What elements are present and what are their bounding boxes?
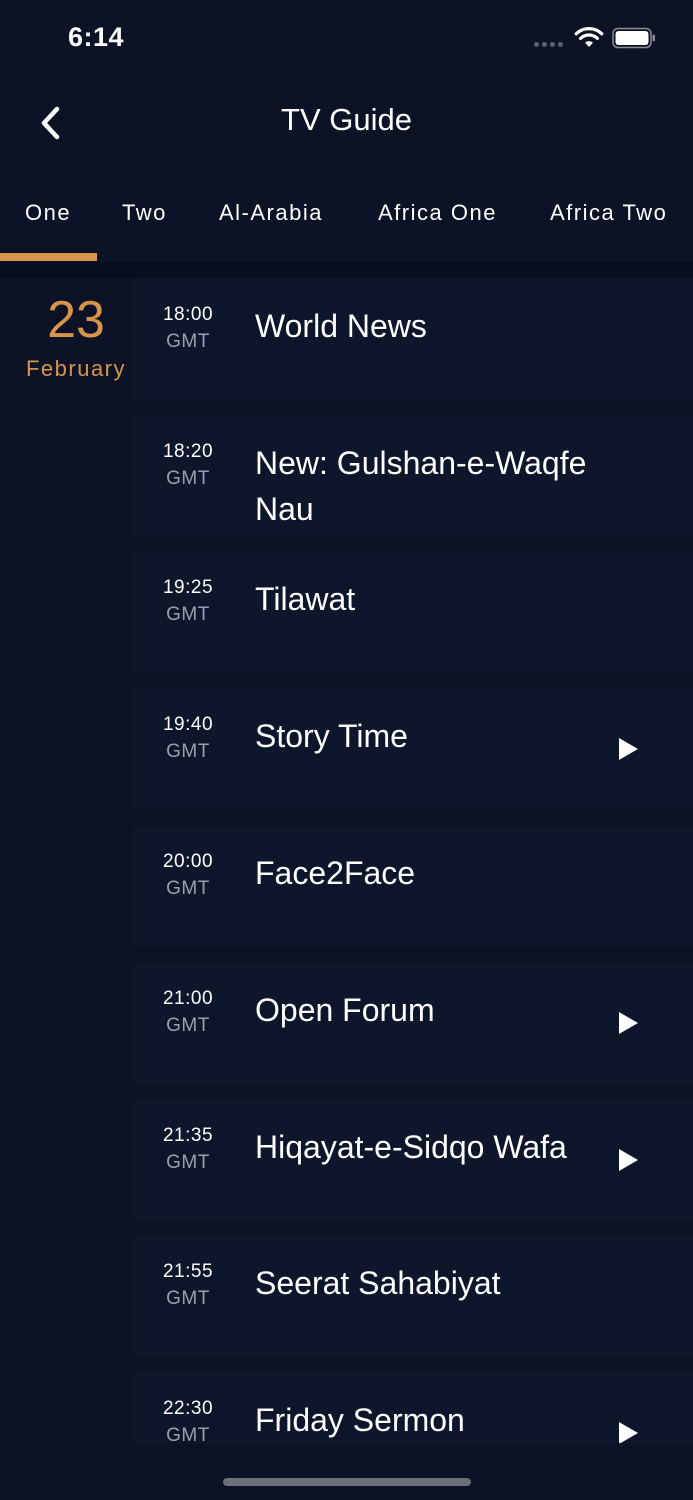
page-title: TV Guide xyxy=(281,102,412,137)
play-icon[interactable] xyxy=(617,1148,639,1172)
wifi-icon xyxy=(574,27,604,47)
program-row[interactable]: 20:00 GMT Face2Face xyxy=(133,826,693,946)
program-row[interactable]: 19:40 GMT Story Time xyxy=(133,689,693,809)
program-time: 21:35 xyxy=(162,1125,214,1146)
tab-africa-two[interactable]: Africa Two xyxy=(550,200,667,226)
program-time: 18:20 xyxy=(162,441,214,462)
tab-one[interactable]: One xyxy=(25,200,71,226)
program-time: 21:00 xyxy=(162,988,214,1009)
program-row[interactable]: 22:30 GMT Friday Sermon xyxy=(133,1373,693,1443)
tv-guide-screen: 6:14 TV Guide One Two Al-Arabia Africa O… xyxy=(0,0,693,1500)
cellular-signal-icon xyxy=(534,42,563,47)
play-icon[interactable] xyxy=(617,1011,639,1035)
program-title: Face2Face xyxy=(255,855,416,891)
tabs-divider xyxy=(0,262,693,278)
program-timezone: GMT xyxy=(166,878,210,899)
status-bar: 6:14 xyxy=(0,0,693,80)
play-icon[interactable] xyxy=(617,1421,639,1443)
program-timezone: GMT xyxy=(166,1288,210,1309)
program-timezone: GMT xyxy=(166,1152,210,1173)
active-tab-indicator xyxy=(0,253,97,261)
program-time: 18:00 xyxy=(162,304,214,325)
play-icon[interactable] xyxy=(617,737,639,761)
home-indicator xyxy=(223,1478,471,1486)
program-timezone: GMT xyxy=(166,741,210,762)
program-row[interactable]: 18:20 GMT New: Gulshan-e-Waqfe Nau xyxy=(133,416,693,536)
program-row[interactable]: 21:55 GMT Seerat Sahabiyat xyxy=(133,1236,693,1356)
program-timezone: GMT xyxy=(166,468,210,489)
program-time: 19:25 xyxy=(162,577,214,598)
navigation-header: TV Guide xyxy=(0,80,693,166)
program-row[interactable]: 19:25 GMT Tilawat xyxy=(133,552,693,672)
program-list: 18:00 GMT World News 18:20 GMT New: Guls… xyxy=(0,278,693,1443)
channel-tabs: One Two Al-Arabia Africa One Africa Two xyxy=(0,166,693,262)
program-time: 22:30 xyxy=(162,1398,214,1419)
program-timezone: GMT xyxy=(166,604,210,625)
program-time: 20:00 xyxy=(162,851,214,872)
tab-two[interactable]: Two xyxy=(122,200,167,226)
program-timezone: GMT xyxy=(166,331,210,352)
program-time: 21:55 xyxy=(162,1261,214,1282)
program-title: Open Forum xyxy=(255,992,435,1028)
program-row[interactable]: 21:00 GMT Open Forum xyxy=(133,963,693,1083)
tab-al-arabia[interactable]: Al-Arabia xyxy=(219,200,323,226)
status-time: 6:14 xyxy=(68,22,125,52)
program-title: Seerat Sahabiyat xyxy=(255,1265,501,1301)
program-timezone: GMT xyxy=(166,1015,210,1036)
program-title: Friday Sermon xyxy=(255,1402,465,1438)
program-title: New: Gulshan-e-Waqfe Nau xyxy=(255,445,587,527)
tab-africa-one[interactable]: Africa One xyxy=(378,200,497,226)
program-title: Story Time xyxy=(255,718,408,754)
program-row[interactable]: 21:35 GMT Hiqayat-e-Sidqo Wafa xyxy=(133,1100,693,1220)
program-row[interactable]: 18:00 GMT World News xyxy=(133,279,693,399)
program-timezone: GMT xyxy=(166,1425,210,1443)
program-title: Hiqayat-e-Sidqo Wafa xyxy=(255,1129,567,1165)
battery-icon xyxy=(612,27,655,49)
program-time: 19:40 xyxy=(162,714,214,735)
program-title: Tilawat xyxy=(255,581,356,617)
program-title: World News xyxy=(255,308,427,344)
